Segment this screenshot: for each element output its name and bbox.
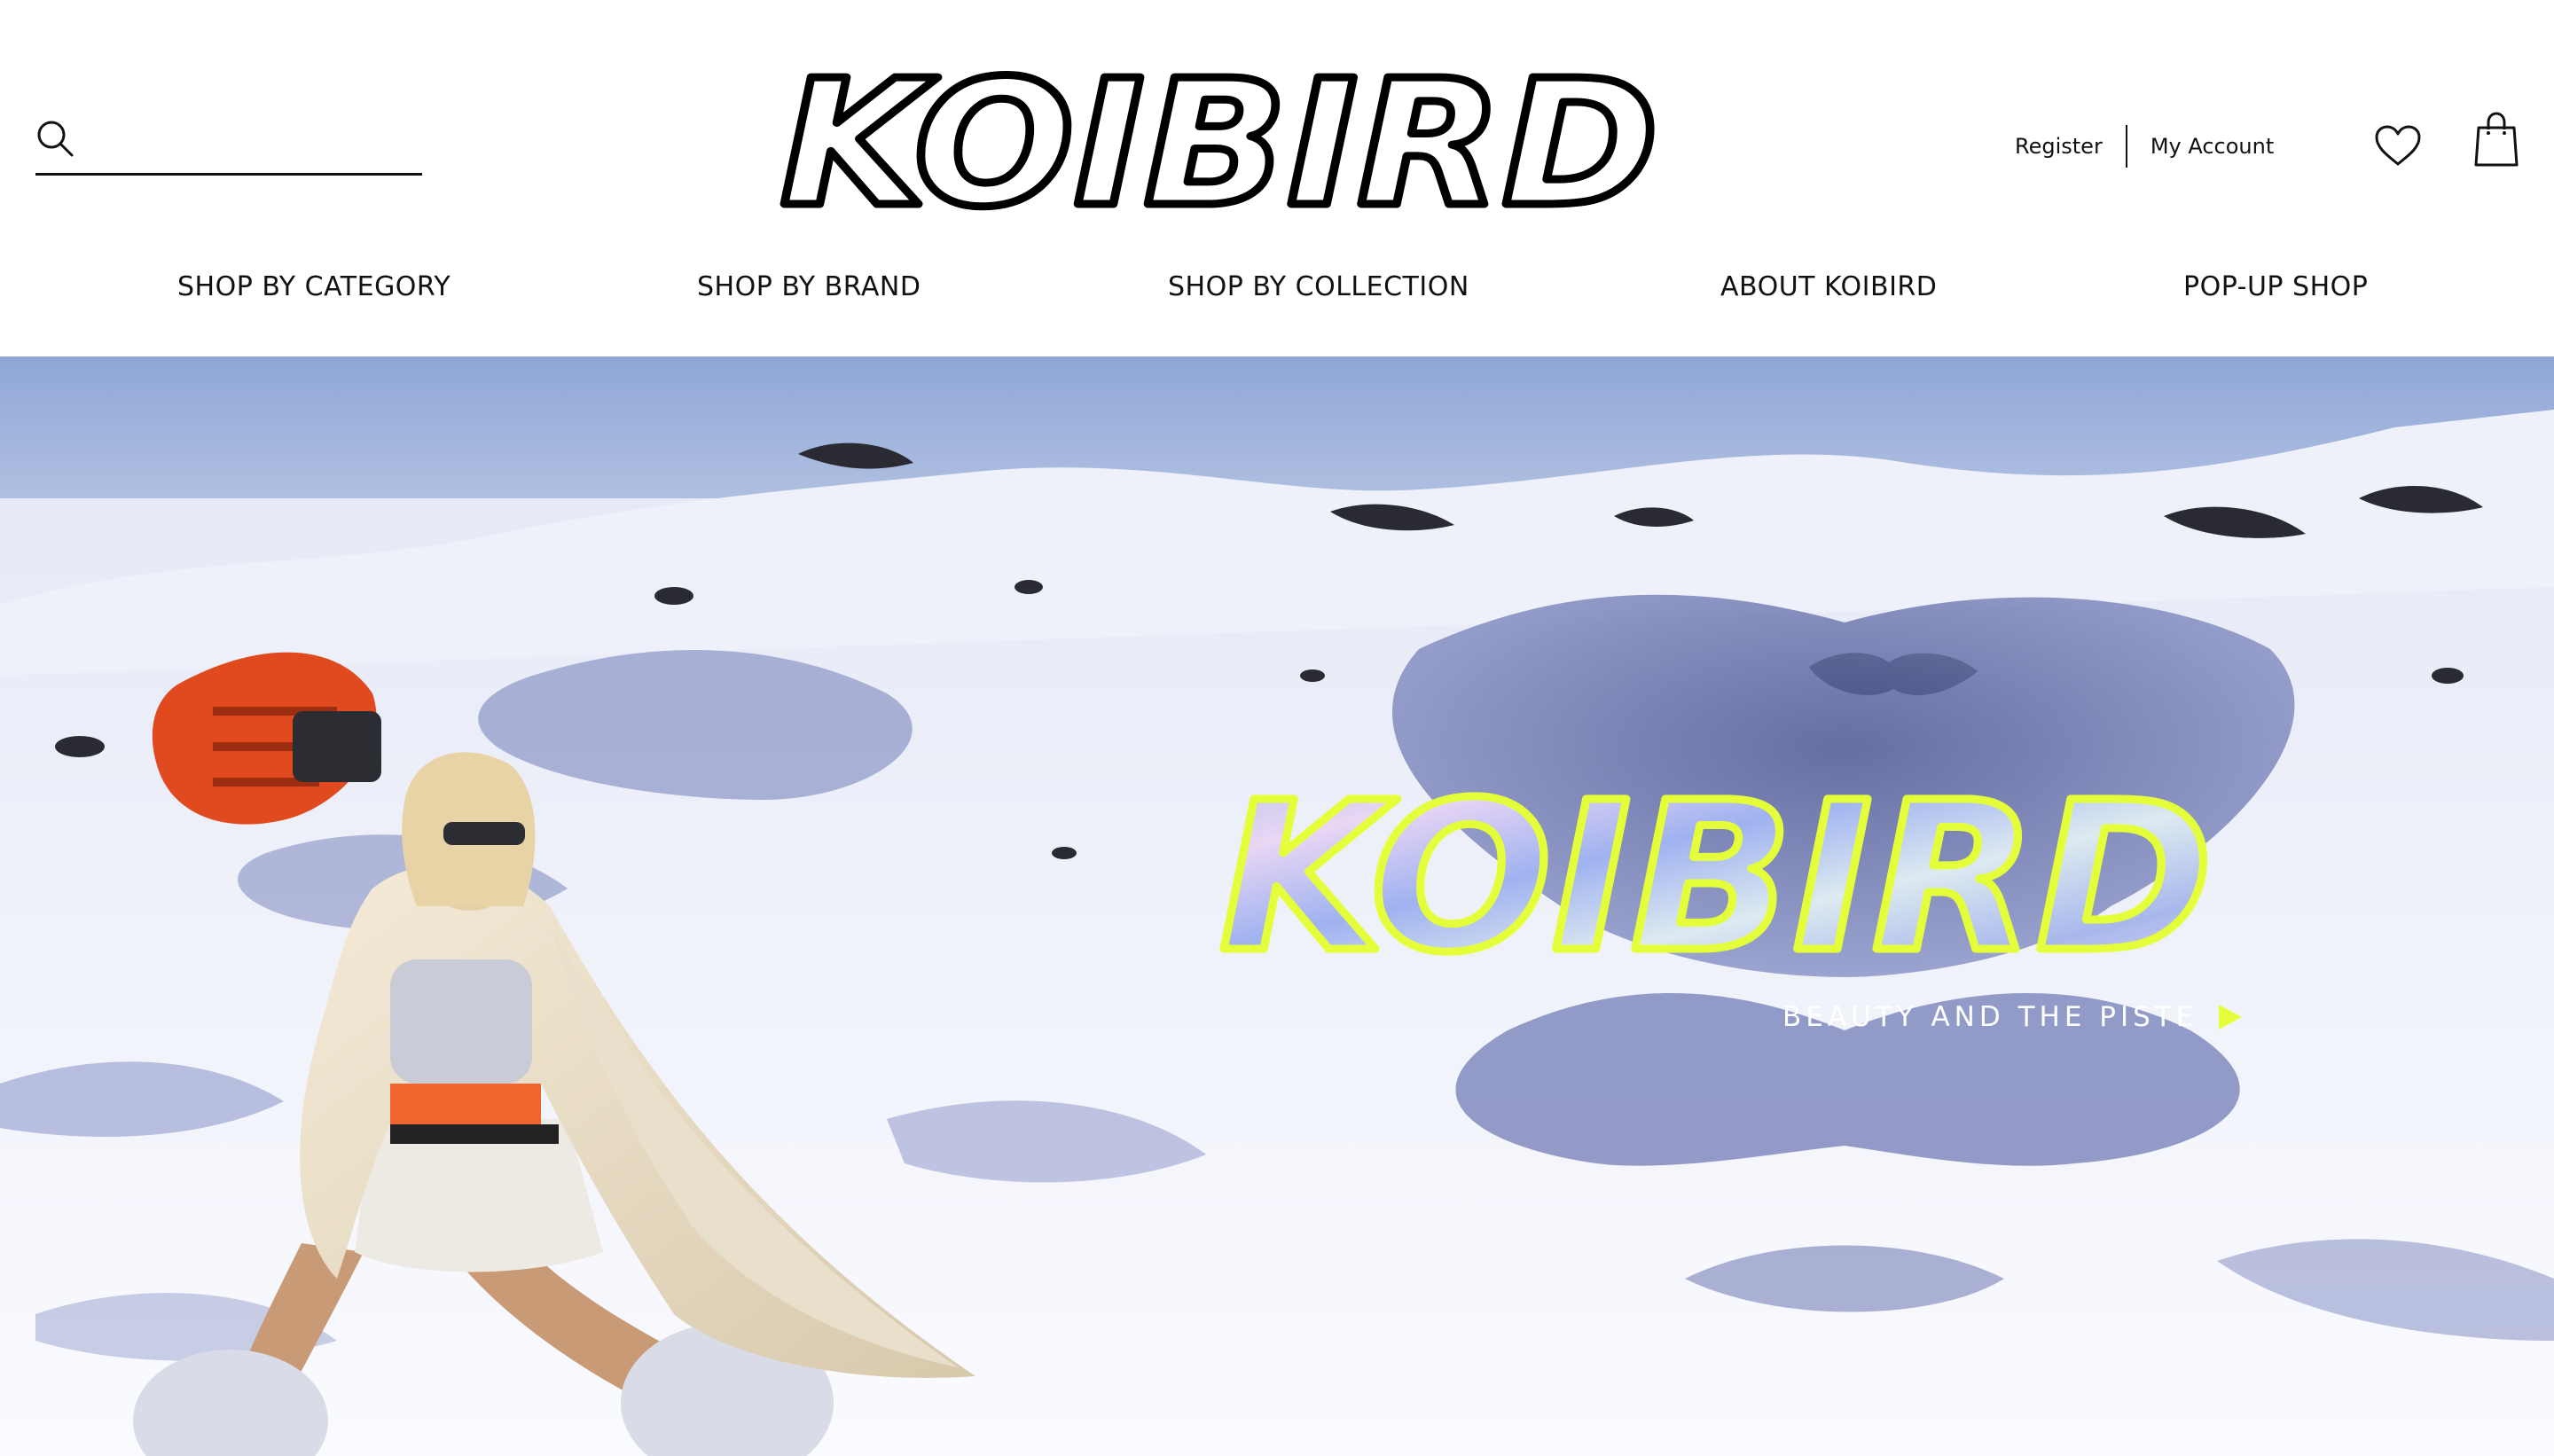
my-account-link[interactable]: My Account	[2151, 134, 2274, 159]
main-nav: SHOP BY CATEGORY SHOP BY BRAND SHOP BY C…	[0, 262, 2554, 312]
site-logo[interactable]: KOIBIRD	[772, 40, 1667, 250]
register-link[interactable]: Register	[2015, 134, 2103, 159]
hero-banner[interactable]: KOIBIRD BEAUTY AND THE PISTE	[0, 356, 2554, 1456]
nav-pop-up-shop[interactable]: POP-UP SHOP	[2183, 271, 2368, 302]
search-bar[interactable]	[35, 114, 422, 176]
hero-logo-text: KOIBIRD	[1219, 758, 2213, 998]
account-links: Register My Account	[2015, 124, 2274, 168]
play-icon	[2219, 1005, 2243, 1029]
search-input[interactable]	[90, 117, 419, 161]
nav-shop-by-brand[interactable]: SHOP BY BRAND	[697, 271, 921, 302]
search-icon[interactable]	[35, 119, 74, 158]
nav-shop-by-category[interactable]: SHOP BY CATEGORY	[177, 271, 450, 302]
hero-cta-label: BEAUTY AND THE PISTE	[1782, 1001, 2198, 1033]
logo-text: KOIBIRD	[780, 43, 1658, 246]
hero-logo[interactable]: KOIBIRD	[1206, 755, 2226, 1002]
nav-about-koibird[interactable]: ABOUT KOIBIRD	[1720, 271, 1937, 302]
shopping-bag-icon[interactable]	[2474, 112, 2519, 168]
account-divider	[2125, 125, 2127, 168]
hero-cta-link[interactable]: BEAUTY AND THE PISTE	[1782, 995, 2244, 1039]
heart-icon[interactable]	[2373, 124, 2423, 168]
site-header: KOIBIRD Register My Account SHOP BY CATE…	[0, 0, 2554, 356]
nav-shop-by-collection[interactable]: SHOP BY COLLECTION	[1168, 271, 1469, 302]
